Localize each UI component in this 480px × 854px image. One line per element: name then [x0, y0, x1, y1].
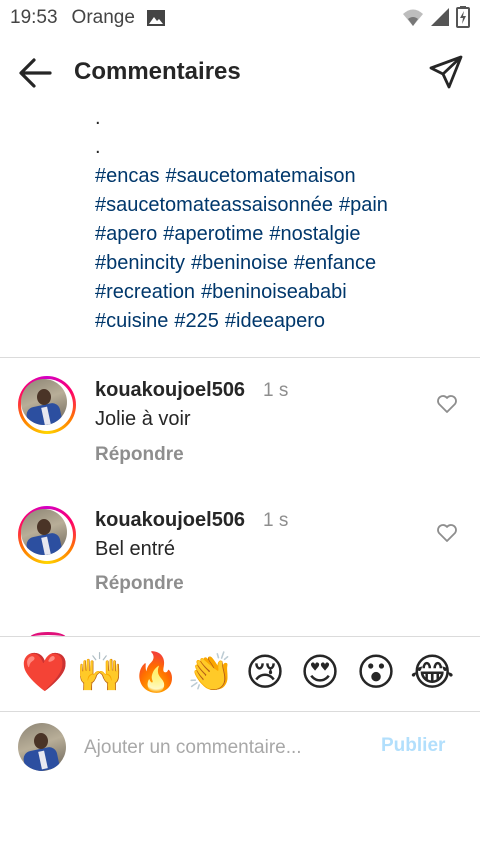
comment-time: 1 s	[263, 510, 289, 531]
comment-username[interactable]: kouakoujoel506	[95, 379, 245, 402]
status-time: 19:53	[10, 7, 58, 28]
hashtag-link[interactable]: #aperotime	[163, 223, 263, 245]
clapping-hands-emoji[interactable]: 👏	[187, 651, 234, 695]
hashtag-link[interactable]: #pain	[339, 194, 388, 216]
hashtag-link[interactable]: #225	[174, 310, 219, 332]
hashtag-link[interactable]: #cuisine	[95, 310, 168, 332]
heart-eyes-emoji[interactable]: 😍	[298, 651, 342, 695]
avatar[interactable]	[18, 376, 76, 434]
hashtag-list: #encas #saucetomatemaison #saucetomateass…	[95, 162, 455, 336]
page-title: Commentaires	[74, 58, 241, 85]
current-user-avatar	[18, 723, 66, 771]
crying-face-emoji[interactable]: 😢	[243, 651, 287, 695]
battery-icon	[456, 6, 470, 28]
hashtag-link[interactable]: #recreation	[95, 281, 195, 303]
comment-time: 1 s	[263, 380, 289, 401]
avatar-head	[37, 389, 51, 405]
reply-button[interactable]: Répondre	[95, 573, 184, 595]
comment-item: kouakoujoel506 1 s Bel entré Répondre	[0, 500, 480, 620]
hashtag-link[interactable]: #beninoiseababi	[201, 281, 347, 303]
publish-button[interactable]: Publier	[381, 735, 445, 757]
comment-item: kouakoujoel506 1 s Jolie à voir Répondre	[0, 370, 480, 490]
status-carrier: Orange	[71, 7, 135, 28]
hashtag-link[interactable]: #apero	[95, 223, 157, 245]
avatar[interactable]	[18, 506, 76, 564]
status-icons	[402, 6, 470, 28]
heart-outline-icon[interactable]	[436, 394, 458, 414]
reply-button[interactable]: Répondre	[95, 444, 184, 466]
comment-username[interactable]: kouakoujoel506	[95, 509, 245, 532]
heart-outline-icon[interactable]	[436, 523, 458, 543]
post-caption: . . #encas #saucetomatemaison #saucetomat…	[95, 104, 455, 336]
surprised-face-emoji[interactable]: 😮	[354, 651, 398, 695]
hashtag-link[interactable]: #nostalgie	[269, 223, 360, 245]
emoji-reaction-bar: ❤️ 🙌 🔥 👏 😢 😍 😮 😂	[0, 636, 480, 712]
wifi-icon	[403, 9, 423, 26]
red-heart-emoji[interactable]: ❤️	[21, 651, 68, 695]
hashtag-link[interactable]: #saucetomateassaisonnée	[95, 194, 333, 216]
avatar-head	[37, 519, 51, 535]
hashtag-link[interactable]: #saucetomatemaison	[166, 165, 356, 187]
caption-dot: .	[95, 107, 101, 129]
caption-divider	[0, 357, 480, 358]
signal-icon	[431, 8, 449, 26]
hashtag-link[interactable]: #enfance	[294, 252, 376, 274]
back-arrow-icon[interactable]	[16, 54, 54, 92]
comment-input[interactable]	[82, 733, 366, 763]
hashtag-link[interactable]: #encas	[95, 165, 160, 187]
avatar-photo	[21, 379, 67, 425]
avatar-head	[34, 733, 48, 749]
paper-plane-icon[interactable]	[428, 54, 464, 90]
image-notification-icon	[146, 10, 165, 26]
comment-text: Bel entré	[95, 538, 176, 560]
hashtag-link[interactable]: #benincity	[95, 252, 185, 274]
header: Commentaires	[0, 36, 480, 108]
status-bar: 19:53 Orange	[0, 0, 480, 36]
caption-dot: .	[95, 136, 101, 158]
raising-hands-emoji[interactable]: 🙌	[76, 651, 123, 695]
fire-emoji[interactable]: 🔥	[132, 651, 179, 695]
hashtag-link[interactable]: #ideeapero	[225, 310, 325, 332]
hashtag-link[interactable]: #beninoise	[191, 252, 288, 274]
tears-of-joy-emoji[interactable]: 😂	[410, 651, 454, 695]
comment-text: Jolie à voir	[95, 408, 191, 430]
comment-composer: Publier	[0, 711, 480, 781]
avatar-photo	[21, 509, 67, 555]
